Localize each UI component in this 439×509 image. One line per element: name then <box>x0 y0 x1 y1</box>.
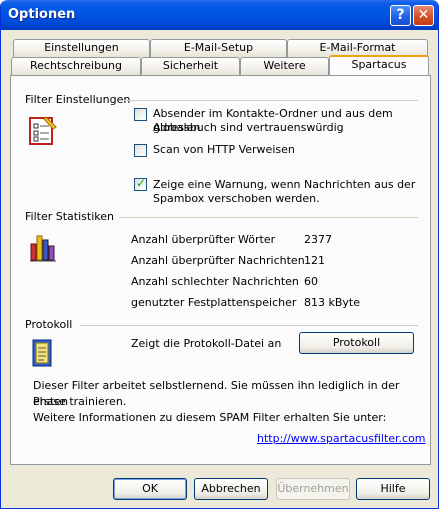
stat-messages-value: 121 <box>304 254 325 267</box>
notepad-icon <box>32 339 52 367</box>
tab-sicherheit[interactable]: Sicherheit <box>141 57 240 75</box>
stat-bad-messages-value: 60 <box>304 275 318 288</box>
separator <box>80 325 418 326</box>
info-text-line2: Phase trainieren. <box>33 395 127 408</box>
checkmark-icon: ✓ <box>136 176 147 190</box>
window-title: Optionen <box>8 7 76 22</box>
protocol-description: Zeigt die Protokoll-Datei an <box>131 337 282 350</box>
show-warning-label-line2: Spambox verschoben werden. <box>153 192 320 205</box>
tab-einstellungen[interactable]: Einstellungen <box>13 39 150 57</box>
stat-words-value: 2377 <box>304 233 332 246</box>
info-text-line3: Weitere Informationen zu diesem SPAM Fil… <box>33 411 387 424</box>
title-bar[interactable]: Optionen ? ✕ <box>1 0 438 30</box>
tab-weitere[interactable]: Weitere <box>240 57 329 75</box>
apply-button[interactable]: Übernehmen <box>276 478 350 500</box>
checklist-icon <box>29 116 57 145</box>
stat-bad-messages-label: Anzahl schlechter Nachrichten <box>131 275 299 288</box>
trust-contacts-label-line2: Adressbuch sind vertrauenswürdig <box>153 121 344 134</box>
stat-words-label: Anzahl überprüfter Wörter <box>131 233 276 246</box>
bar-chart-icon <box>30 235 56 262</box>
show-warning-label: Zeige eine Warnung, wenn Nachrichten aus… <box>153 178 416 191</box>
tab-panel-spartacus: Filter Einstellungen Absender im Kontakt… <box>10 75 431 465</box>
ok-button[interactable]: OK <box>113 478 187 500</box>
help-icon[interactable]: ? <box>390 5 411 26</box>
tab-email-setup[interactable]: E-Mail-Setup <box>150 39 287 57</box>
scan-http-checkbox[interactable] <box>134 144 147 157</box>
show-warning-checkbox[interactable]: ✓ <box>134 176 147 191</box>
cancel-button[interactable]: Abbrechen <box>194 478 268 500</box>
trust-contacts-checkbox[interactable] <box>134 108 147 121</box>
filter-settings-heading: Filter Einstellungen <box>25 93 131 106</box>
scan-http-label: Scan von HTTP Verweisen <box>153 143 295 156</box>
stat-disk-label: genutzter Festplattenspeicher <box>131 296 297 309</box>
help-button[interactable]: Hilfe <box>356 478 430 500</box>
protocol-heading: Protokoll <box>25 318 73 331</box>
tab-rechtschreibung[interactable]: Rechtschreibung <box>11 57 141 75</box>
tab-spartacus[interactable]: Spartacus <box>329 55 429 75</box>
separator <box>119 217 418 218</box>
spartacus-link[interactable]: http://www.spartacusfilter.com <box>257 432 426 445</box>
protocol-button[interactable]: Protokoll <box>299 332 414 354</box>
options-dialog: Optionen ? ✕ Einstellungen E-Mail-Setup … <box>0 0 439 509</box>
filter-stats-heading: Filter Statistiken <box>25 210 114 223</box>
stat-messages-label: Anzahl überprüfter Nachrichten <box>131 254 305 267</box>
separator <box>124 100 418 101</box>
close-icon[interactable]: ✕ <box>413 5 434 26</box>
stat-disk-value: 813 kByte <box>304 296 360 309</box>
